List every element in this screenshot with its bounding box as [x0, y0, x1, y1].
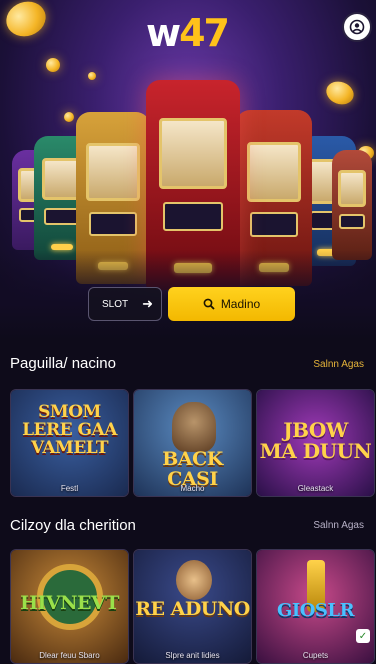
- user-circle-icon: [349, 19, 365, 35]
- checkmark-icon: ✓: [356, 629, 370, 643]
- game-card-caption: Gleastack: [297, 484, 334, 493]
- see-all-link-1[interactable]: Salnn Agas: [313, 359, 364, 370]
- app-logo: w47: [146, 11, 230, 55]
- game-card-art-text: GIOSLR: [276, 600, 355, 621]
- section-title-1: Paguilla/ nacino: [10, 355, 116, 372]
- game-card[interactable]: GIOSLR ✓ Cupets: [256, 549, 375, 664]
- game-card-art-text: SMOM LERE GAA VAMELT: [22, 402, 117, 458]
- character-illustration: [176, 560, 212, 600]
- game-card-caption: Cupets: [302, 651, 329, 660]
- game-card-caption: Macho: [180, 484, 205, 493]
- game-card[interactable]: HIVNEVT Dlear feuu Sbaro: [10, 549, 129, 664]
- game-card[interactable]: SMOM LERE GAA VAMELT Festl: [10, 389, 129, 497]
- coin-decoration: [46, 58, 60, 72]
- play-button[interactable]: Madino: [168, 287, 295, 321]
- coin-decoration: [88, 72, 96, 80]
- search-icon: [203, 298, 215, 310]
- game-card-caption: Slpre anit lidies: [165, 651, 220, 660]
- play-button-label: Madino: [220, 297, 261, 311]
- see-all-link-2[interactable]: Salnn Agas: [313, 520, 364, 531]
- character-illustration: [172, 402, 216, 452]
- arrow-right-icon: ➜: [142, 296, 154, 311]
- section-title-2: Cilzoy dla cherition: [10, 517, 136, 534]
- game-card[interactable]: BACK CASI Macho: [133, 389, 252, 497]
- game-card[interactable]: RE ADUNO Slpre anit lidies: [133, 549, 252, 664]
- logo-letter: w: [146, 11, 181, 55]
- slot-button[interactable]: SLOT ➜: [88, 287, 162, 321]
- game-card-art-text: RE ADUNO: [135, 598, 250, 620]
- game-card-caption: Dlear feuu Sbaro: [39, 651, 100, 660]
- slot-button-label: SLOT: [102, 298, 129, 310]
- hero-banner: w47 SLOT ➜ Madino: [0, 0, 376, 340]
- coin-decoration: [1, 0, 51, 42]
- profile-button[interactable]: [342, 12, 372, 42]
- game-card-art-text: HIVNEVT: [20, 592, 119, 614]
- coin-decoration: [323, 77, 357, 109]
- slot-machine: [332, 150, 372, 260]
- logo-number: 47: [179, 11, 230, 55]
- game-card-caption: Festl: [60, 484, 79, 493]
- game-card-art-text: JBOW MA DUUN: [259, 418, 372, 463]
- game-card[interactable]: JBOW MA DUUN Gleastack: [256, 389, 375, 497]
- coin-decoration: [64, 112, 74, 122]
